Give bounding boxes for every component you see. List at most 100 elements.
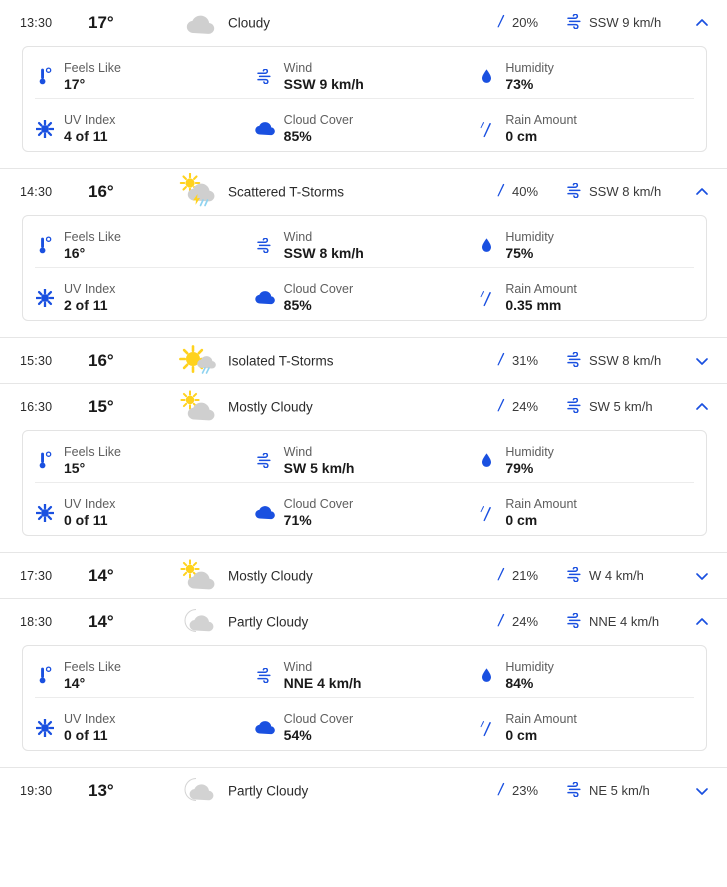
detail-value: 84% — [505, 674, 534, 691]
hour-condition-label: Partly Cloudy — [228, 783, 309, 798]
detail-item-uv-index: UV Index 0 of 11 — [35, 698, 255, 750]
thermometer-icon — [35, 450, 55, 472]
hour-summary-row[interactable]: 16:30 15° Mostly Cloudy 24% SW 5 km/h — [0, 384, 727, 429]
detail-label: Humidity — [505, 659, 554, 674]
hour-summary-row[interactable]: 14:30 16° Scattered T-Storms 40% SSW 8 k… — [0, 169, 727, 214]
detail-value: 16° — [64, 244, 86, 261]
hour-summary-row[interactable]: 18:30 14° Partly Cloudy 24% NNE 4 km/h — [0, 599, 727, 644]
precipitation-value: 20% — [512, 15, 539, 30]
precipitation-chance: 40% — [494, 183, 538, 201]
detail-row: UV Index 4 of 11 Cloud Cover 85% Rain Am… — [35, 99, 694, 151]
hour-temperature: 16° — [88, 350, 114, 370]
detail-label: UV Index — [64, 113, 116, 128]
detail-label: UV Index — [64, 497, 116, 512]
detail-item-rain-amount: Rain Amount 0 cm — [476, 698, 694, 750]
raindrop-icon — [494, 567, 507, 585]
detail-row: UV Index 2 of 11 Cloud Cover 85% Rain Am… — [35, 268, 694, 320]
chevron-down-icon[interactable] — [691, 350, 713, 372]
detail-label: Cloud Cover — [283, 282, 354, 297]
detail-row: Feels Like 15° Wind SW 5 km/h Humidity 7… — [35, 431, 694, 483]
raindrop-icon — [494, 183, 507, 201]
hour-temperature: 14° — [88, 565, 114, 585]
detail-label: Cloud Cover — [283, 497, 354, 512]
raindrop-icon — [494, 352, 507, 370]
detail-value: 17° — [64, 75, 86, 92]
water-droplet-icon — [476, 235, 496, 257]
detail-label: Humidity — [505, 444, 554, 459]
detail-item-wind: Wind NNE 4 km/h — [255, 646, 477, 697]
hour-summary-row[interactable]: 15:30 16° Isolated T-Storms 31% SSW 8 km… — [0, 338, 727, 383]
detail-item-humidity: Humidity 73% — [476, 47, 694, 98]
weather-condition-icon — [176, 388, 222, 426]
cloud-icon — [254, 502, 275, 524]
detail-value: 75% — [505, 244, 534, 261]
hour-condition-label: Cloudy — [228, 15, 271, 30]
detail-item-rain-amount: Rain Amount 0 cm — [476, 99, 694, 151]
detail-value: 73% — [505, 75, 534, 92]
detail-value: SSW 8 km/h — [283, 244, 364, 261]
cloud-icon — [254, 287, 275, 309]
cloud-icon — [254, 717, 275, 739]
detail-row: Feels Like 17° Wind SSW 9 km/h Humidity — [35, 47, 694, 99]
hour-summary-row[interactable]: 19:30 13° Partly Cloudy 23% NE 5 km/h — [0, 768, 727, 813]
wind-icon — [566, 781, 583, 800]
wind-icon — [255, 450, 275, 472]
hour-summary-row[interactable]: 13:30 17° Cloudy 20% SSW 9 km/h — [0, 0, 727, 45]
detail-value: 85% — [283, 128, 312, 145]
hour-detail-card: Feels Like 14° Wind NNE 4 km/h Humidity — [22, 645, 707, 751]
detail-value: 14° — [64, 674, 86, 691]
wind-value: W 4 km/h — [589, 568, 644, 583]
hour-detail-card: Feels Like 16° Wind SSW 8 km/h Humidity — [22, 215, 707, 321]
hour-block: 18:30 14° Partly Cloudy 24% NNE 4 km/h F… — [0, 598, 727, 751]
hour-time: 19:30 — [20, 783, 53, 798]
hour-detail-card: Feels Like 15° Wind SW 5 km/h Humidity 7… — [22, 430, 707, 536]
wind-value: NE 5 km/h — [589, 783, 650, 798]
wind-icon — [566, 397, 583, 416]
chevron-up-icon[interactable] — [691, 396, 713, 418]
detail-label: Cloud Cover — [283, 712, 354, 727]
detail-label: Humidity — [505, 60, 554, 75]
detail-label: Rain Amount — [505, 113, 577, 128]
detail-item-feels-like: Feels Like 15° — [35, 431, 255, 482]
precipitation-chance: 31% — [494, 352, 538, 370]
detail-label: Wind — [283, 229, 313, 244]
thermometer-icon — [35, 665, 55, 687]
wind-icon — [255, 66, 275, 88]
detail-value: 0 cm — [505, 512, 538, 529]
chevron-up-icon[interactable] — [691, 181, 713, 203]
wind-summary: SSW 8 km/h — [566, 351, 661, 370]
chevron-down-icon[interactable] — [691, 565, 713, 587]
wind-value: SSW 9 km/h — [589, 15, 662, 30]
detail-label: Cloud Cover — [283, 113, 354, 128]
detail-item-uv-index: UV Index 4 of 11 — [35, 99, 255, 151]
detail-label: Feels Like — [64, 60, 121, 75]
precipitation-chance: 24% — [494, 398, 538, 416]
hour-detail-card: Feels Like 17° Wind SSW 9 km/h Humidity — [22, 46, 707, 152]
hour-block: 13:30 17° Cloudy 20% SSW 9 km/h Feels Li… — [0, 0, 727, 152]
detail-value: 0 of 11 — [64, 512, 108, 529]
detail-label: Humidity — [505, 229, 554, 244]
weather-condition-icon — [176, 4, 222, 42]
detail-value: 71% — [283, 512, 312, 529]
detail-label: UV Index — [64, 282, 116, 297]
hour-temperature: 16° — [88, 181, 114, 201]
chevron-up-icon[interactable] — [691, 12, 713, 34]
wind-icon — [566, 351, 583, 370]
hour-block: 19:30 13° Partly Cloudy 23% NE 5 km/h — [0, 767, 727, 813]
wind-icon — [255, 235, 275, 257]
precipitation-value: 40% — [512, 184, 539, 199]
precipitation-chance: 21% — [494, 567, 538, 585]
detail-item-humidity: Humidity 79% — [476, 431, 694, 482]
weather-condition-icon — [176, 172, 222, 211]
detail-label: Wind — [283, 444, 313, 459]
hour-time: 17:30 — [20, 568, 53, 583]
hour-temperature: 17° — [88, 12, 114, 32]
hour-summary-row[interactable]: 17:30 14° Mostly Cloudy 21% W 4 km/h — [0, 553, 727, 598]
chevron-down-icon[interactable] — [691, 780, 713, 802]
weather-condition-icon — [176, 557, 222, 595]
wind-summary: W 4 km/h — [566, 566, 644, 585]
rain-droplet-icon — [476, 287, 496, 309]
precipitation-chance: 23% — [494, 782, 538, 800]
chevron-up-icon[interactable] — [691, 611, 713, 633]
detail-item-humidity: Humidity 84% — [476, 646, 694, 697]
